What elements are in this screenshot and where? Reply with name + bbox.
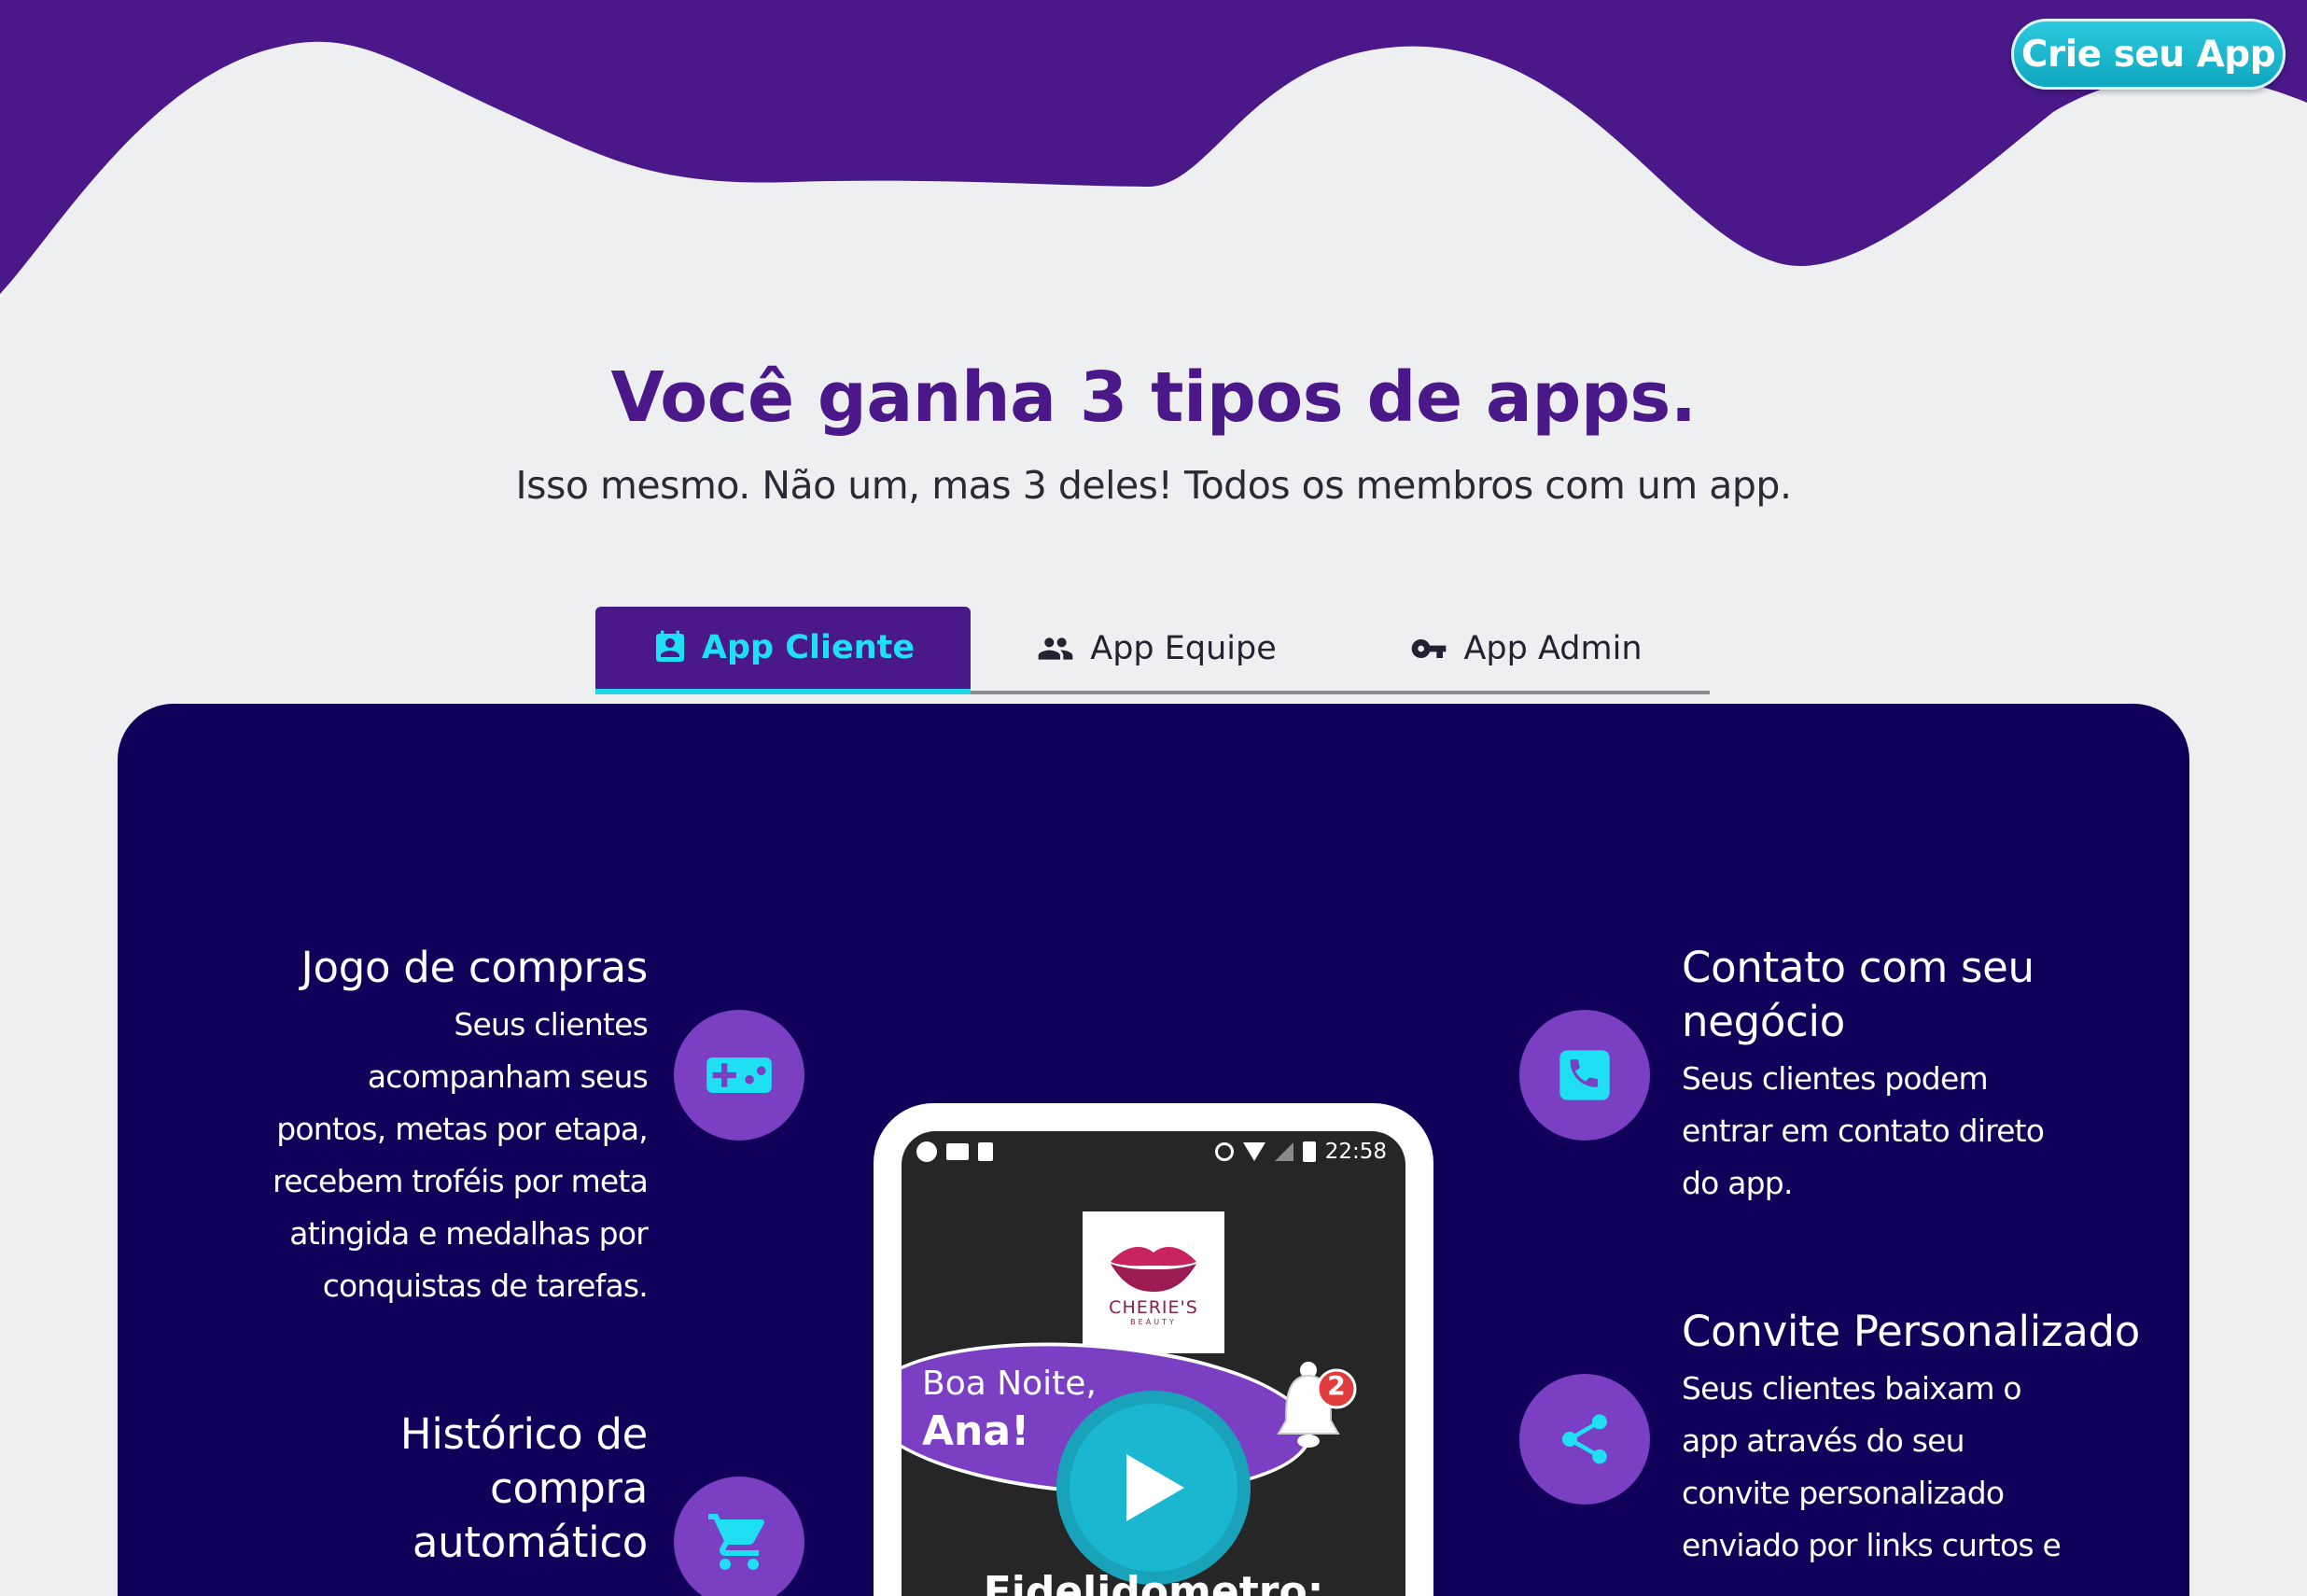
tab-app-cliente[interactable]: App Cliente: [595, 607, 971, 694]
feature-business-contact: Contato com seu negócio Seus clientes po…: [1682, 941, 2167, 1210]
group-icon: [1038, 637, 1073, 660]
feature-title: Histórico de compra automático: [399, 1409, 649, 1567]
business-logo: CHERIE'S BEAUTY: [1083, 1211, 1224, 1353]
feature-shopping-game: Jogo de compras Seus clientes acompanham…: [224, 941, 649, 1312]
play-icon: [1126, 1454, 1184, 1521]
page-title: Você ganha 3 tipos de apps.: [610, 357, 1697, 438]
feature-purchase-history: Histórico de compra automático: [224, 1407, 649, 1570]
header-wave: [0, 0, 2307, 294]
share-icon: [1562, 1414, 1607, 1464]
feature-circle-cart: [674, 1477, 804, 1596]
loyalty-meter-title: Fidelidometro:: [983, 1568, 1324, 1596]
key-icon: [1412, 639, 1447, 658]
gamepad-icon: [706, 1057, 772, 1093]
app-type-tabs: App Cliente App Equipe App Admin: [595, 607, 1710, 694]
create-app-button[interactable]: Crie seu App: [2011, 19, 2286, 90]
feature-circle-share: [1519, 1374, 1650, 1505]
feature-title: Contato com seu negócio: [1682, 943, 2034, 1046]
tab-app-admin[interactable]: App Admin: [1340, 607, 1710, 694]
feature-custom-invite: Convite Personalizado Seus clientes baix…: [1682, 1305, 2167, 1572]
lips-icon: [1111, 1246, 1196, 1292]
tab-label: App Admin: [1463, 630, 1643, 667]
chat-icon: [916, 1141, 937, 1162]
status-right-icons: 22:58: [1214, 1140, 1387, 1164]
signal-icon: [1274, 1142, 1293, 1161]
phone-icon: [1559, 1050, 1610, 1100]
tab-label: App Equipe: [1090, 630, 1277, 667]
feature-description: Seus clientes podem entrar em contato di…: [1682, 1060, 2045, 1201]
notification-count: 2: [1327, 1370, 1346, 1401]
alarm-icon: [1214, 1142, 1234, 1161]
mail-icon: [946, 1143, 969, 1160]
play-button[interactable]: [1056, 1391, 1251, 1585]
status-bar: 22:58: [902, 1131, 1405, 1172]
feature-circle-gamepad: [674, 1010, 804, 1141]
feature-title: Convite Personalizado: [1682, 1307, 2141, 1356]
contact-card-icon: [655, 630, 684, 662]
tab-label: App Cliente: [701, 629, 916, 666]
tab-app-equipe[interactable]: App Equipe: [971, 607, 1340, 694]
wifi-icon: [1242, 1142, 1265, 1161]
feature-description: Seus clientes acompanham seus pontos, me…: [273, 1006, 649, 1304]
logo-subtext: BEAUTY: [1130, 1317, 1177, 1326]
feature-circle-phone: [1519, 1010, 1650, 1141]
battery-icon: [1302, 1141, 1316, 1162]
greeting-name: Ana!: [922, 1407, 1030, 1455]
status-left-icons: [916, 1141, 993, 1162]
phone-mockup: 22:58 CHERIE'S BEAUTY Boa Noite, Ana! 2: [874, 1103, 1433, 1596]
feature-description: Seus clientes baixam o app através do se…: [1682, 1370, 2062, 1563]
feature-title: Jogo de compras: [301, 943, 649, 992]
phone-screen: 22:58 CHERIE'S BEAUTY Boa Noite, Ana! 2: [902, 1131, 1405, 1596]
cart-icon: [708, 1514, 765, 1570]
sim-icon: [978, 1142, 993, 1161]
notification-bell[interactable]: 2: [1273, 1355, 1363, 1462]
page-subtitle: Isso mesmo. Não um, mas 3 deles! Todos o…: [515, 463, 1792, 508]
status-time: 22:58: [1324, 1140, 1387, 1164]
logo-text: CHERIE'S: [1109, 1296, 1198, 1318]
greeting-line1: Boa Noite,: [922, 1365, 1097, 1403]
